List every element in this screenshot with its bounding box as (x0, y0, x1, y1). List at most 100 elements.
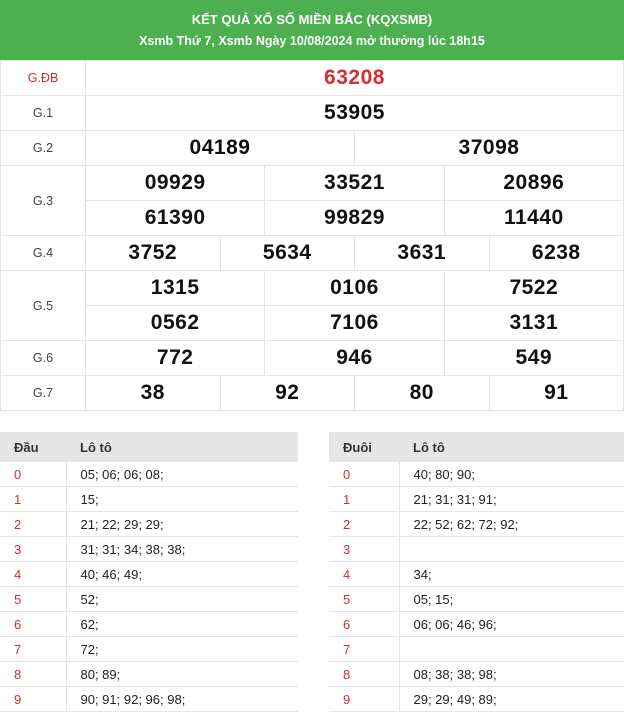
loto-values: 22; 52; 62; 72; 92; (398, 511, 624, 537)
prize-number: 772 (156, 346, 194, 369)
results-table: G.ĐB 63208 G.1 53905 G.2 04189 37098 G.3… (0, 60, 624, 411)
prize-number: 7522 (509, 276, 559, 299)
loto-values (398, 636, 624, 662)
prize-label: G.2 (0, 130, 86, 166)
dau-key: 4 (0, 561, 66, 587)
prize-number: 09929 (144, 171, 206, 194)
duoi-header: Đuôi (329, 432, 399, 462)
duoi-key: 4 (329, 561, 399, 587)
page-subtitle: Xsmb Thứ 7, Xsmb Ngày 10/08/2024 mở thưở… (139, 34, 485, 48)
table-row: 4 40; 46; 49; (0, 561, 298, 587)
table-row: 8 08; 38; 38; 98; (329, 661, 624, 687)
dau-key: 5 (0, 586, 66, 612)
loto-values: 90; 91; 92; 96; 98; (65, 686, 298, 712)
prize-label: G.ĐB (0, 60, 86, 96)
table-row: 1 15; (0, 486, 298, 512)
loto-values: 05; 15; (398, 586, 624, 612)
duoi-key: 9 (329, 686, 399, 712)
prize-row-g5: G.5 1315 0106 7522 0562 7106 3131 (0, 270, 624, 341)
table-row: 7 72; (0, 636, 298, 662)
dau-key: 6 (0, 611, 66, 637)
loto-values: 52; (65, 586, 298, 612)
prize-row-g7: G.7 38 92 80 91 (0, 375, 624, 411)
loto-values: 31; 31; 34; 38; 38; (65, 536, 298, 562)
duoi-key: 2 (329, 511, 399, 537)
loto-values: 62; (65, 611, 298, 637)
table-row: 5 52; (0, 586, 298, 612)
loto-values: 15; (65, 486, 298, 512)
prize-number: 549 (515, 346, 553, 369)
prize-number: 11440 (503, 206, 564, 229)
prize-number: 946 (336, 346, 373, 369)
page-title: KẾT QUẢ XỔ SỐ MIỀN BẮC (KQXSMB) (191, 12, 433, 27)
table-row: 4 34; (329, 561, 624, 587)
prize-number: 3752 (128, 241, 178, 264)
loto-values: 40; 80; 90; (398, 462, 624, 487)
table-row: 6 06; 06; 46; 96; (329, 611, 624, 637)
prize-number: 33521 (324, 171, 385, 194)
loto-values: 21; 22; 29; 29; (65, 511, 298, 537)
loto-section: Đầu Lô tô 0 05; 06; 06; 08; 1 15; 2 21; 22;… (0, 432, 624, 722)
loto-values: 40; 46; 49; (65, 561, 298, 587)
prize-number: 04189 (189, 136, 251, 159)
prize-number: 7106 (330, 311, 379, 334)
prize-number: 38 (140, 381, 165, 404)
prize-number: 6238 (531, 241, 581, 264)
loto-values: 34; (398, 561, 624, 587)
prize-number: 80 (409, 381, 434, 404)
dau-key: 8 (0, 661, 66, 687)
duoi-key: 0 (329, 462, 399, 487)
prize-label: G.1 (0, 95, 86, 131)
loto-values: 29; 29; 49; 89; (398, 686, 624, 712)
table-row: 0 05; 06; 06; 08; (0, 462, 298, 487)
duoi-key: 7 (329, 636, 399, 662)
prize-row-g6: G.6 772 946 549 (0, 340, 624, 376)
duoi-key: 1 (329, 486, 399, 512)
loto-values: 21; 31; 31; 91; (398, 486, 624, 512)
table-row: 8 80; 89; (0, 661, 298, 687)
dau-key: 7 (0, 636, 66, 662)
dau-table: Đầu Lô tô 0 05; 06; 06; 08; 1 15; 2 21; 22;… (0, 432, 298, 712)
duoi-key: 8 (329, 661, 399, 687)
prize-row-g2: G.2 04189 37098 (0, 130, 624, 166)
results-header: KẾT QUẢ XỔ SỐ MIỀN BẮC (KQXSMB) Xsmb Thứ… (0, 0, 624, 60)
table-row: 1 21; 31; 31; 91; (329, 486, 624, 512)
loto-values (398, 536, 624, 562)
loto-values: 72; (65, 636, 298, 662)
prize-number: 0106 (330, 276, 379, 299)
table-row: 5 05; 15; (329, 586, 624, 612)
table-row: 0 40; 80; 90; (329, 462, 624, 487)
prize-number: 99829 (324, 206, 385, 229)
loto-values: 08; 38; 38; 98; (398, 661, 624, 687)
prize-number: 91 (544, 381, 569, 404)
loto-header: Lô tô (399, 432, 624, 462)
loto-header: Lô tô (66, 432, 298, 462)
prize-label: G.6 (0, 340, 86, 376)
dau-key: 3 (0, 536, 66, 562)
table-row: 2 21; 22; 29; 29; (0, 511, 298, 537)
loto-values: 06; 06; 46; 96; (398, 611, 624, 637)
prize-row-gdb: G.ĐB 63208 (0, 60, 624, 96)
prize-label: G.5 (0, 270, 86, 341)
prize-number: 1315 (150, 276, 200, 299)
duoi-key: 5 (329, 586, 399, 612)
prize-number: 53905 (324, 101, 385, 124)
prize-number: 37098 (458, 136, 520, 159)
prize-label: G.4 (0, 235, 86, 271)
table-row: 2 22; 52; 62; 72; 92; (329, 511, 624, 537)
prize-label: G.3 (0, 165, 86, 236)
table-row: 9 90; 91; 92; 96; 98; (0, 686, 298, 712)
prize-row-g4: G.4 3752 5634 3631 6238 (0, 235, 624, 271)
prize-row-g1: G.1 53905 (0, 95, 624, 131)
dau-key: 1 (0, 486, 66, 512)
dau-header: Đầu (0, 432, 66, 462)
prize-row-g3: G.3 09929 33521 20896 61390 99829 11440 (0, 165, 624, 236)
table-row: 3 31; 31; 34; 38; 38; (0, 536, 298, 562)
prize-number: 3631 (397, 241, 447, 264)
dau-key: 2 (0, 511, 66, 537)
duoi-table: Đuôi Lô tô 0 40; 80; 90; 1 21; 31; 31; 91;… (329, 432, 624, 712)
table-row: 3 (329, 536, 624, 562)
table-row: 9 29; 29; 49; 89; (329, 686, 624, 712)
table-row: 7 (329, 636, 624, 662)
prize-number: 3131 (509, 311, 559, 334)
